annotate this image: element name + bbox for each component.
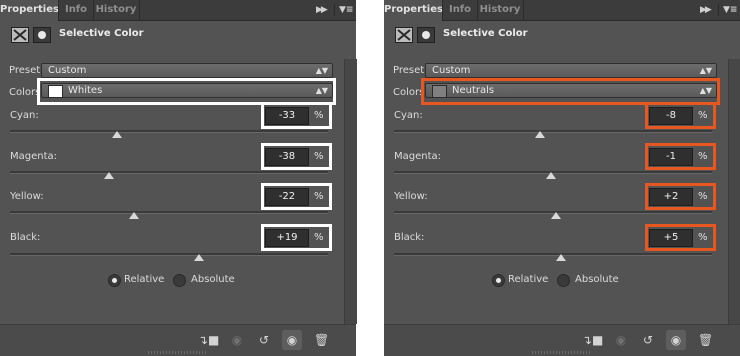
value-highlight	[261, 143, 332, 170]
properties-panel-left: Properties Info History ▶▶ ▼≡ Selective …	[0, 0, 357, 356]
preset-dropdown[interactable]: Custom ▲▼	[41, 63, 333, 78]
view-previous-state-icon[interactable]: ◉	[230, 333, 244, 347]
radio-relative-label: Relative	[124, 274, 165, 285]
eye-icon[interactable]: ◉	[282, 330, 302, 350]
reset-icon[interactable]: ↺	[641, 333, 655, 347]
colors-highlight	[37, 78, 336, 105]
panel-menu-icon[interactable]: ▼≡	[718, 4, 737, 16]
scrollbar[interactable]	[344, 59, 357, 324]
layer-mask-icon[interactable]	[417, 27, 435, 43]
scrollbar[interactable]	[728, 59, 740, 324]
tab-info[interactable]: Info	[442, 0, 478, 20]
panel-tab-bar: Properties Info History ▶▶ ▼≡	[0, 0, 356, 21]
radio-selected-dot	[112, 278, 117, 283]
panel-title: Selective Color	[443, 28, 528, 39]
colors-label: Colors	[393, 87, 425, 98]
radio-relative-label: Relative	[508, 274, 549, 285]
yellow-slider-track[interactable]	[10, 211, 328, 214]
black-slider-thumb[interactable]	[555, 254, 566, 261]
double-chevron-right-icon[interactable]: ▶▶	[316, 4, 328, 16]
radio-selected-dot	[496, 278, 501, 283]
value-highlight	[261, 183, 332, 210]
resize-grip[interactable]	[532, 351, 592, 354]
slider-label-magenta: Magenta:	[10, 151, 58, 162]
slider-label-yellow: Yellow:	[10, 191, 44, 202]
value-highlight	[261, 102, 332, 129]
properties-panel-right: Properties Info History ▶▶ ▼≡ Selective …	[384, 0, 740, 356]
value-highlight	[645, 183, 716, 210]
layer-mask-icon[interactable]	[33, 27, 51, 43]
preset-value: Custom	[48, 65, 87, 76]
yellow-slider-thumb[interactable]	[129, 212, 140, 219]
slider-label-cyan: Cyan:	[394, 110, 423, 121]
black-slider-track[interactable]	[394, 253, 712, 256]
value-highlight	[261, 224, 332, 251]
trash-icon[interactable]: 🗑	[698, 333, 713, 347]
trash-icon[interactable]: 🗑	[314, 333, 329, 347]
double-chevron-right-icon[interactable]: ▶▶	[700, 4, 712, 16]
cyan-slider-track[interactable]	[394, 130, 712, 133]
tab-properties[interactable]: Properties	[384, 0, 443, 21]
cyan-slider-thumb[interactable]	[535, 131, 546, 138]
reset-icon[interactable]: ↺	[257, 333, 271, 347]
panel-menu-icon[interactable]: ▼≡	[334, 4, 353, 16]
tab-info[interactable]: Info	[58, 0, 94, 20]
resize-grip[interactable]	[148, 351, 208, 354]
cyan-slider-track[interactable]	[10, 130, 328, 133]
tab-history[interactable]: History	[93, 0, 140, 20]
slider-label-black: Black:	[394, 232, 425, 243]
clip-to-layer-icon[interactable]: ↴■	[198, 333, 219, 347]
radio-absolute-label: Absolute	[191, 274, 235, 285]
panel-tab-bar: Properties Info History ▶▶ ▼≡	[384, 0, 740, 21]
slider-label-cyan: Cyan:	[10, 110, 39, 121]
black-slider-thumb[interactable]	[194, 254, 205, 261]
preset-dropdown[interactable]: Custom ▲▼	[425, 63, 717, 78]
value-highlight	[645, 102, 716, 129]
panel-title: Selective Color	[59, 28, 144, 39]
adjustment-layer-icon	[11, 27, 29, 43]
value-highlight	[645, 224, 716, 251]
eye-icon[interactable]: ◉	[666, 330, 686, 350]
magenta-slider-thumb[interactable]	[546, 172, 557, 179]
slider-label-magenta: Magenta:	[394, 151, 442, 162]
radio-absolute-label: Absolute	[575, 274, 619, 285]
slider-label-yellow: Yellow:	[394, 191, 428, 202]
tab-history[interactable]: History	[477, 0, 524, 20]
preset-value: Custom	[432, 65, 471, 76]
adjustment-layer-icon	[395, 27, 413, 43]
preset-label: Preset:	[9, 65, 44, 76]
black-slider-track[interactable]	[10, 253, 328, 256]
tab-properties[interactable]: Properties	[0, 0, 59, 21]
stepper-arrows-icon: ▲▼	[699, 66, 712, 75]
magenta-slider-thumb[interactable]	[103, 172, 114, 179]
colors-highlight	[421, 78, 720, 105]
magenta-slider-track[interactable]	[10, 171, 328, 174]
slider-label-black: Black:	[10, 232, 41, 243]
value-highlight	[645, 143, 716, 170]
view-previous-state-icon[interactable]: ◉	[614, 333, 628, 347]
clip-to-layer-icon[interactable]: ↴■	[582, 333, 603, 347]
cyan-slider-thumb[interactable]	[111, 131, 122, 138]
stepper-arrows-icon: ▲▼	[315, 66, 328, 75]
preset-label: Preset:	[393, 65, 428, 76]
yellow-slider-thumb[interactable]	[551, 212, 562, 219]
